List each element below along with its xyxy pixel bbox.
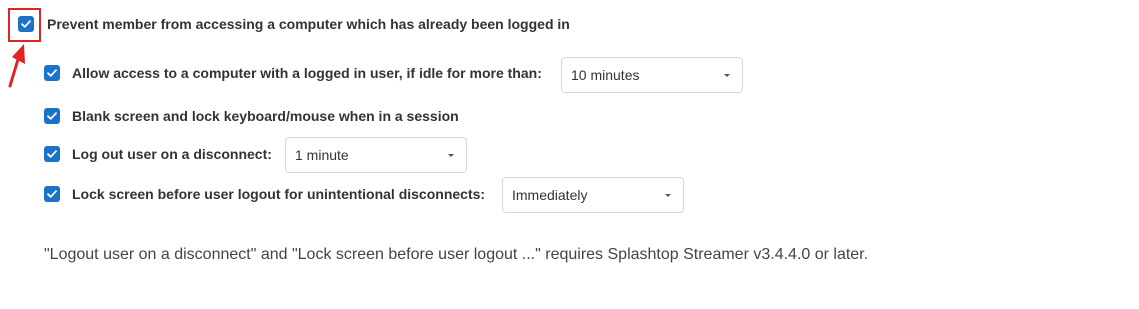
allow-idle-checkbox[interactable] [44, 65, 60, 81]
idle-duration-value: 10 minutes [571, 67, 640, 83]
check-icon [47, 112, 57, 120]
lock-screen-label: Lock screen before user logout for unint… [72, 186, 486, 202]
caret-down-icon [724, 74, 730, 77]
idle-duration-select[interactable]: 10 minutes [561, 57, 743, 93]
logout-disconnect-row: Log out user on a disconnect: [44, 146, 272, 162]
logout-disconnect-label: Log out user on a disconnect: [72, 146, 272, 162]
blank-screen-checkbox[interactable] [44, 108, 60, 124]
blank-screen-row: Blank screen and lock keyboard/mouse whe… [44, 108, 459, 124]
lock-screen-row: Lock screen before user logout for unint… [44, 186, 485, 202]
check-icon [21, 20, 31, 28]
prevent-access-row: Prevent member from accessing a computer… [18, 16, 570, 32]
allow-idle-row: Allow access to a computer with a logged… [44, 65, 542, 81]
logout-delay-select[interactable]: 1 minute [285, 137, 467, 173]
version-note: "Logout user on a disconnect" and "Lock … [44, 246, 869, 263]
blank-screen-label: Blank screen and lock keyboard/mouse whe… [72, 108, 459, 124]
check-icon [47, 69, 57, 77]
lock-timing-value: Immediately [512, 187, 588, 203]
prevent-access-label: Prevent member from accessing a computer… [47, 16, 570, 32]
lock-screen-checkbox[interactable] [44, 186, 60, 202]
prevent-access-checkbox[interactable] [18, 16, 34, 32]
check-icon [47, 190, 57, 198]
check-icon [47, 150, 57, 158]
lock-timing-select[interactable]: Immediately [502, 177, 684, 213]
logout-disconnect-checkbox[interactable] [44, 146, 60, 162]
caret-down-icon [448, 154, 454, 157]
red-arrow-icon [8, 44, 25, 88]
allow-idle-label: Allow access to a computer with a logged… [72, 65, 542, 81]
caret-down-icon [665, 194, 671, 197]
logout-delay-value: 1 minute [295, 147, 349, 163]
